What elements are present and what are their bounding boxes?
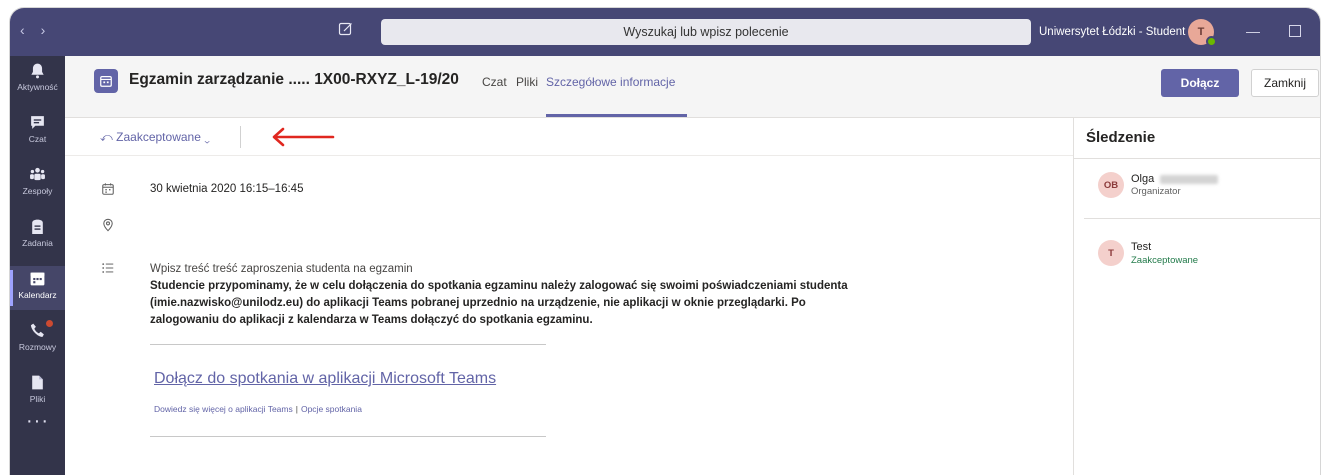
calendar-icon [102, 183, 114, 195]
divider [1074, 158, 1320, 159]
chat-icon [31, 116, 44, 129]
title-bar: ‹ › Wyszukaj lub wpisz polecenie Uniwers… [10, 8, 1320, 56]
rail-item-label: Aktywność [17, 82, 58, 92]
attendee-first-name: Olga [1131, 173, 1155, 185]
attendee-role: Organizator [1131, 186, 1181, 197]
page-title: Egzamin zarządzanie ..... 1X00-RXYZ_L-19… [129, 71, 459, 88]
rail-item-chat[interactable]: Czat [10, 110, 65, 154]
notification-dot-icon [46, 320, 53, 327]
phone-icon [30, 323, 44, 337]
meeting-datetime: 30 kwietnia 2020 16:15–16:45 [150, 183, 304, 195]
forward-button[interactable]: › [41, 22, 46, 38]
attendee-status: Zaakceptowane [1131, 255, 1199, 266]
link-separator: | [295, 404, 298, 414]
meeting-details: ⤺ Zaakceptowane ⌄ 30 kwietnia 2020 16:15… [65, 118, 1073, 475]
calendar-icon [30, 272, 45, 286]
meeting-calendar-icon [94, 69, 118, 93]
meeting-links: Dowiedz się więcej o aplikacji Teams | Opc… [154, 404, 362, 414]
maximize-icon[interactable] [1289, 25, 1301, 37]
meeting-header: Egzamin zarządzanie ..... 1X00-RXYZ_L-19… [65, 56, 1320, 118]
tracking-pane: Śledzenie OB Olga Organizator T Test Zaa… [1073, 118, 1320, 475]
presence-available-icon [1206, 36, 1217, 47]
teams-window: ‹ › Wyszukaj lub wpisz polecenie Uniwers… [10, 8, 1320, 475]
red-arrow-annotation-icon [272, 127, 335, 147]
rail-item-label: Pliki [29, 394, 46, 404]
assignments-icon [32, 219, 43, 234]
app-rail: Aktywność Czat Zespoły Zadania Kalendarz… [10, 56, 65, 475]
rail-item-calls[interactable]: Rozmowy [10, 318, 65, 362]
join-button[interactable]: Dołącz [1161, 69, 1239, 97]
tab-details[interactable]: Szczegółowe informacje [546, 75, 675, 89]
redacted-surname [1160, 174, 1219, 184]
rsvp-toolbar: ⤺ Zaakceptowane ⌄ [65, 118, 1073, 156]
rail-item-label: Kalendarz [18, 290, 57, 300]
avatar[interactable]: T [1098, 240, 1124, 266]
bell-icon [31, 63, 44, 79]
rail-item-activity[interactable]: Aktywność [10, 58, 65, 102]
active-tab-indicator [546, 114, 687, 117]
rail-item-files[interactable]: Pliki [10, 370, 65, 414]
divider [150, 436, 546, 437]
rsvp-dropdown[interactable]: ⤺ Zaakceptowane ⌄ [100, 130, 210, 145]
close-button[interactable]: Zamknij [1251, 69, 1319, 97]
rail-item-teams[interactable]: Zespoły [10, 162, 65, 206]
description-body: Studencie przypominamy, że w celu dołącz… [150, 280, 848, 326]
tab-chat[interactable]: Czat [482, 75, 507, 89]
avatar-initial: T [1197, 26, 1205, 38]
description-list-icon [102, 263, 114, 273]
rail-item-calendar[interactable]: Kalendarz [10, 266, 65, 310]
divider [1084, 218, 1320, 219]
join-meeting-link[interactable]: Dołącz do spotkania w aplikacji Microsof… [154, 370, 496, 388]
avatar[interactable]: T [1188, 19, 1217, 47]
teams-icon [30, 167, 45, 181]
tracking-title: Śledzenie [1086, 129, 1156, 146]
rail-item-label: Czat [28, 134, 47, 144]
rail-item-label: Zespoły [22, 186, 53, 196]
learn-more-link[interactable]: Dowiedz się więcej o aplikacji Teams [154, 404, 293, 414]
divider [150, 344, 546, 345]
attendee-name: Test [1131, 241, 1152, 253]
tab-files[interactable]: Pliki [516, 75, 538, 89]
rail-item-assignments[interactable]: Zadania [10, 214, 65, 258]
description-intro: Wpisz treść treść zaproszenia studenta n… [150, 263, 413, 275]
minimize-icon[interactable]: — [1246, 23, 1260, 39]
avatar[interactable]: OB [1098, 172, 1124, 198]
rail-item-label: Zadania [22, 238, 53, 248]
location-pin-icon [103, 218, 113, 232]
back-button[interactable]: ‹ [20, 22, 25, 38]
files-icon [32, 375, 43, 390]
compose-icon[interactable] [338, 21, 358, 41]
attendee-name: Olga [1131, 173, 1219, 185]
meeting-options-link[interactable]: Opcje spotkania [301, 404, 362, 414]
more-apps-icon[interactable]: ··· [10, 410, 65, 433]
org-switcher[interactable]: Uniwersytet Łódzki - Student ⌄ [1039, 24, 1198, 38]
toolbar-divider [240, 126, 241, 148]
search-input[interactable]: Wyszukaj lub wpisz polecenie [381, 19, 1031, 45]
rail-item-label: Rozmowy [18, 342, 57, 352]
history-nav: ‹ › [20, 22, 45, 38]
